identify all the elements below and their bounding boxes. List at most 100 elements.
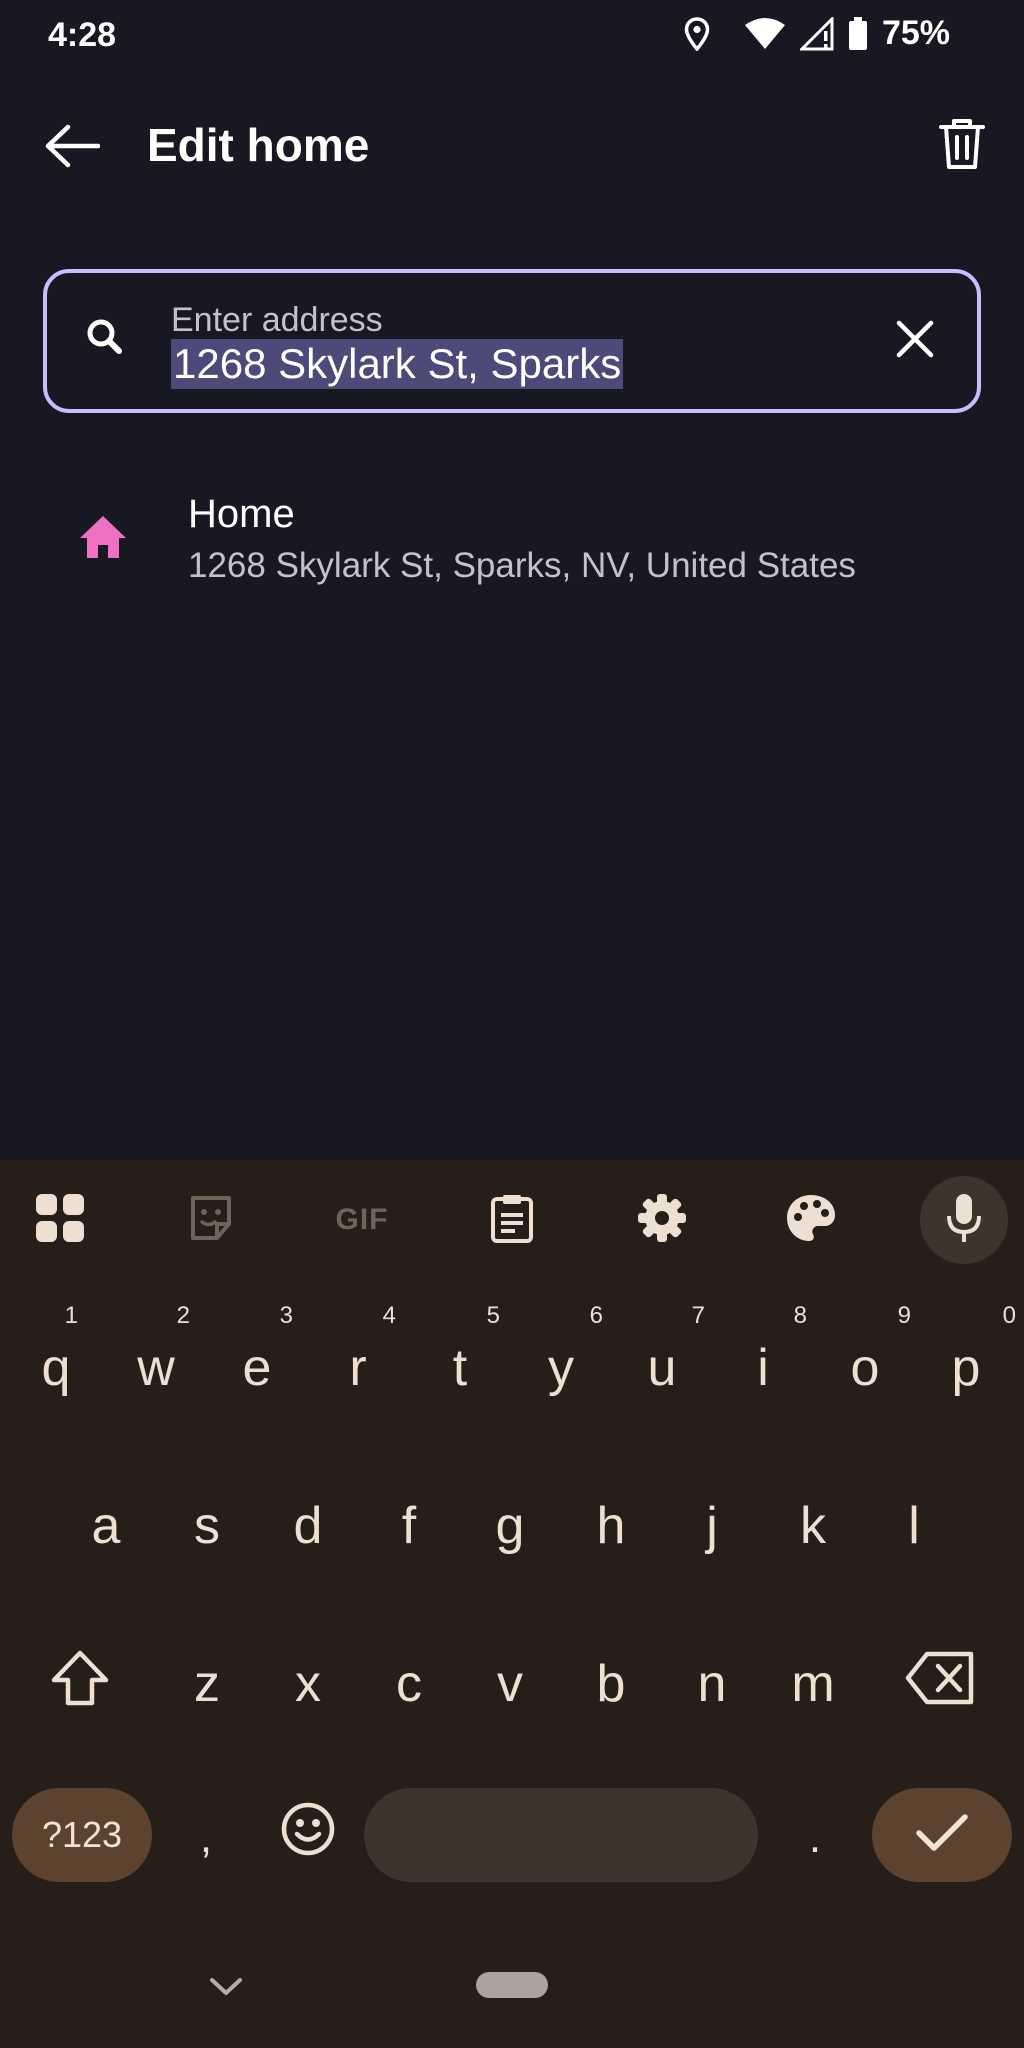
key-label: j [706, 1497, 718, 1555]
key-e[interactable]: e3 [207, 1302, 307, 1418]
key-g[interactable]: g [460, 1476, 560, 1576]
key-s[interactable]: s [157, 1476, 257, 1576]
emoji-icon [280, 1801, 336, 1870]
key-label: d [293, 1497, 323, 1555]
key-label: v [497, 1655, 523, 1713]
key-i[interactable]: i8 [713, 1302, 813, 1418]
address-input[interactable]: 1268 Skylark St, Sparks [171, 339, 624, 389]
list-item[interactable]: Home 1268 Skylark St, Sparks, NV, United… [0, 480, 1024, 600]
location-icon [684, 16, 710, 51]
search-icon [85, 317, 125, 362]
wifi-icon [744, 17, 786, 51]
theme-button[interactable] [779, 1188, 843, 1252]
checkmark-icon [915, 1813, 969, 1858]
key-label: w [137, 1339, 175, 1397]
key-d[interactable]: d [258, 1476, 358, 1576]
key-t[interactable]: t5 [410, 1302, 510, 1418]
result-title: Home [188, 492, 295, 536]
arrow-back-icon [44, 124, 101, 173]
key-o[interactable]: o9 [815, 1302, 915, 1418]
gear-icon [637, 1193, 687, 1248]
keyboard: GIF q 1 w 2 e 3 r 4 t 5 y 6 u 7 i 8 o 9 … [0, 1160, 1024, 2048]
key-hint: 5 [486, 1302, 500, 1329]
key-label: o [850, 1339, 880, 1397]
key-u[interactable]: u7 [612, 1302, 712, 1418]
close-icon [895, 319, 935, 364]
key-label: f [401, 1497, 417, 1555]
key-label: l [908, 1497, 920, 1555]
key-a[interactable]: a [56, 1476, 156, 1576]
clipboard-button[interactable] [480, 1188, 544, 1252]
cell-signal-icon [799, 16, 834, 51]
symbols-key[interactable]: ?123 [12, 1788, 152, 1882]
delete-button[interactable] [930, 112, 994, 180]
voice-input-button[interactable] [920, 1176, 1008, 1264]
backspace-key[interactable] [890, 1634, 990, 1734]
key-label: i [757, 1339, 769, 1397]
shift-key[interactable] [30, 1634, 130, 1734]
key-label: p [951, 1339, 981, 1397]
settings-button[interactable] [630, 1188, 694, 1252]
home-icon [78, 514, 128, 565]
search-field-label: Enter address [171, 301, 383, 339]
address-search-field[interactable]: Enter address 1268 Skylark St, Sparks [43, 269, 981, 413]
key-n[interactable]: n [662, 1634, 762, 1734]
key-x[interactable]: x [258, 1634, 358, 1734]
result-address: 1268 Skylark St, Sparks, NV, United Stat… [188, 546, 856, 585]
status-bar: 4:28 75% [0, 0, 1024, 72]
key-label: x [295, 1655, 321, 1713]
key-hint: 0 [1002, 1302, 1016, 1329]
page-title: Edit home [147, 119, 370, 171]
key-z[interactable]: z [157, 1634, 257, 1734]
gesture-handle[interactable] [476, 1972, 548, 1998]
key-y[interactable]: y6 [511, 1302, 611, 1418]
shift-icon [51, 1650, 109, 1719]
key-hint: 1 [64, 1302, 78, 1329]
apps-grid-icon [34, 1192, 86, 1249]
key-c[interactable]: c [359, 1634, 459, 1734]
key-hint: 6 [589, 1302, 603, 1329]
key-k[interactable]: k [763, 1476, 863, 1576]
key-r[interactable]: r4 [308, 1302, 408, 1418]
status-time: 4:28 [48, 16, 117, 54]
key-hint: 4 [382, 1302, 396, 1329]
apps-grid-button[interactable] [28, 1188, 92, 1252]
key-b[interactable]: b [561, 1634, 661, 1734]
key-l[interactable]: l [864, 1476, 964, 1576]
sticker-icon [187, 1194, 235, 1247]
key-label: m [791, 1655, 835, 1713]
back-button[interactable] [40, 116, 104, 180]
key-m[interactable]: m [763, 1634, 863, 1734]
key-hint: 8 [793, 1302, 807, 1329]
key-j[interactable]: j [662, 1476, 762, 1576]
key-p[interactable]: p0 [916, 1302, 1016, 1418]
key-f[interactable]: f [359, 1476, 459, 1576]
comma-key[interactable]: , [156, 1788, 256, 1888]
key-hint: 7 [691, 1302, 705, 1329]
battery-percentage: 75% [881, 14, 950, 52]
hide-keyboard-button[interactable] [208, 1976, 244, 2003]
emoji-key[interactable] [258, 1785, 358, 1885]
key-v[interactable]: v [460, 1634, 560, 1734]
clear-button[interactable] [887, 313, 943, 369]
key-label: e [242, 1339, 272, 1397]
sticker-button[interactable] [179, 1188, 243, 1252]
key-label: u [647, 1339, 677, 1397]
key-label: k [800, 1497, 826, 1555]
key-hint: 2 [176, 1302, 190, 1329]
space-bar[interactable] [364, 1788, 758, 1882]
key-label: a [91, 1497, 121, 1555]
key-label: n [697, 1655, 727, 1713]
gif-icon: GIF [335, 1203, 389, 1236]
key-q[interactable]: q1 [6, 1302, 106, 1418]
period-key[interactable]: . [765, 1788, 865, 1888]
clipboard-icon [490, 1193, 534, 1248]
key-w[interactable]: w2 [106, 1302, 206, 1418]
gif-button[interactable]: GIF [330, 1188, 394, 1252]
key-label: s [194, 1497, 220, 1555]
key-label: y [548, 1339, 574, 1397]
key-h[interactable]: h [561, 1476, 661, 1576]
key-label: c [396, 1655, 422, 1713]
chevron-down-icon [210, 1978, 242, 1995]
enter-key[interactable] [872, 1788, 1012, 1882]
